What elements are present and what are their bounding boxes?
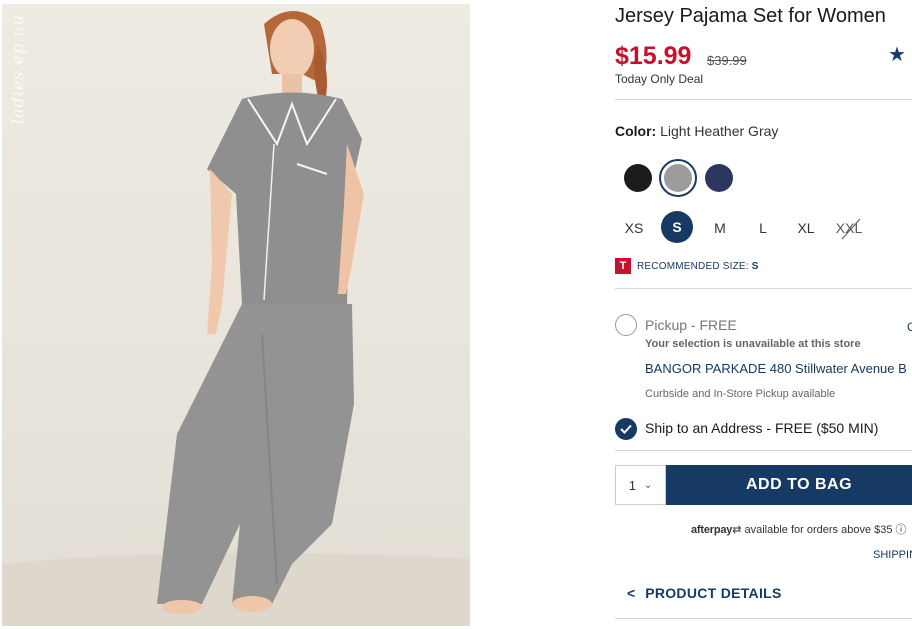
chevron-left-icon: < — [627, 585, 636, 601]
size-s[interactable]: S — [661, 211, 693, 243]
pickup-label: Pickup - FREE — [645, 317, 737, 333]
ship-radio[interactable] — [615, 418, 637, 440]
size-xs[interactable]: XS — [618, 214, 650, 242]
check-icon — [620, 424, 632, 434]
afterpay-logo: afterpay — [691, 524, 733, 536]
swatch-navy[interactable] — [705, 164, 733, 192]
ship-label: Ship to an Address - FREE ($50 MIN) — [645, 420, 879, 436]
unavailable-strike-icon — [841, 218, 861, 240]
quantity-value: 1 — [628, 477, 636, 493]
recommended-size-value: S — [751, 260, 759, 272]
recommended-size-text: RECOMMENDED SIZE: S — [637, 261, 759, 272]
change-store-link[interactable]: C — [907, 320, 912, 334]
add-to-bag-button[interactable]: ADD TO BAG — [666, 465, 912, 505]
size-xl[interactable]: XL — [790, 214, 822, 242]
afterpay-arrows-icon: ⇄ — [732, 524, 742, 536]
divider — [615, 618, 912, 619]
recommended-size-label: RECOMMENDED SIZE: — [637, 260, 749, 272]
curbside-note: Curbside and In-Store Pickup available — [645, 388, 836, 400]
divider — [615, 288, 912, 289]
product-title: Jersey Pajama Set for Women — [615, 5, 886, 27]
divider — [615, 99, 912, 100]
quantity-select[interactable]: 1 ⌄ — [615, 465, 666, 505]
store-link[interactable]: BANGOR PARKADE 480 Stillwater Avenue B — [645, 361, 907, 376]
recommended-size-badge: T — [615, 258, 631, 274]
model-illustration — [2, 10, 470, 626]
shipping-link[interactable]: SHIPPIN — [873, 549, 912, 561]
afterpay-text: available for orders above $35 — [744, 524, 893, 536]
swatch-black[interactable] — [624, 164, 652, 192]
product-details-toggle[interactable]: < PRODUCT DETAILS — [615, 585, 782, 601]
size-l[interactable]: L — [747, 214, 779, 242]
afterpay-info: afterpay⇄ available for orders above $35… — [691, 521, 907, 537]
sale-price: $15.99 — [615, 42, 692, 70]
size-m[interactable]: M — [704, 214, 736, 242]
store-name: BANGOR PARKADE 480 Stillwater Avenue — [645, 361, 895, 376]
swatch-light-heather-gray[interactable] — [664, 164, 692, 192]
divider — [615, 450, 912, 451]
info-icon[interactable]: ⓘ — [896, 524, 907, 536]
color-label-key: Color: — [615, 123, 657, 139]
store-name-tail: B — [898, 361, 907, 376]
recommended-size: T RECOMMENDED SIZE: S — [615, 258, 759, 274]
color-label: Color: Light Heather Gray — [615, 123, 778, 139]
star-icon[interactable]: ★ — [888, 42, 906, 67]
deal-label: Today Only Deal — [615, 72, 704, 86]
original-price: $39.99 — [707, 53, 747, 68]
color-label-value: Light Heather Gray — [660, 123, 779, 139]
pickup-radio[interactable] — [615, 314, 637, 336]
pickup-unavailable-note: Your selection is unavailable at this st… — [645, 338, 861, 350]
product-info-panel: Jersey Pajama Set for Women $15.99 $39.9… — [615, 0, 912, 629]
photo-watermark: ladies.ep.uu — [8, 14, 27, 125]
product-photo[interactable]: ladies.ep.uu — [2, 4, 470, 626]
product-details-label: PRODUCT DETAILS — [645, 585, 782, 601]
chevron-down-icon: ⌄ — [643, 479, 653, 491]
